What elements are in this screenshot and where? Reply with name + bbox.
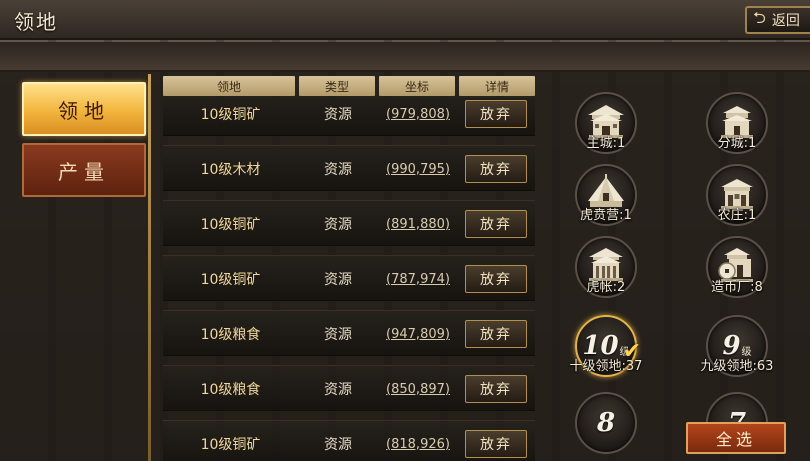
tab-output[interactable]: 产量 xyxy=(22,143,146,197)
filter-level-10-territory[interactable]: 10 级 ✔ 十级领地:37 xyxy=(551,315,661,381)
background-beam xyxy=(0,42,810,72)
abandon-button[interactable]: 放弃 xyxy=(465,210,527,238)
filter-label: 虎帐:2 xyxy=(586,280,626,295)
filter-farm[interactable]: 农庄:1 xyxy=(682,164,792,230)
territory-coord-link[interactable]: (850,897) xyxy=(378,366,458,412)
territory-coord-link[interactable]: (979,808) xyxy=(378,98,458,137)
territory-type: 资源 xyxy=(324,272,352,288)
filter-medallion: 8 xyxy=(575,392,637,454)
table-row: 10级木材 资源 (990,795) 放弃 xyxy=(163,145,535,191)
filter-main-city[interactable]: 主城:1 xyxy=(551,92,661,158)
select-all-button[interactable]: 全选 xyxy=(686,422,786,454)
back-arrow-icon: ⮌ xyxy=(753,7,766,27)
territory-type: 资源 xyxy=(324,382,352,398)
territory-name: 10级铜矿 xyxy=(200,272,261,288)
filter-branch-city[interactable]: 分城:1 xyxy=(682,92,792,158)
territory-name: 10级粮食 xyxy=(200,327,261,343)
panel-divider xyxy=(148,74,151,461)
column-header-detail: 详情 xyxy=(459,76,535,96)
filter-label: 九级领地:63 xyxy=(700,359,774,374)
table-row: 10级铜矿 资源 (818,926) 放弃 xyxy=(163,420,535,461)
filter-label: 分城:1 xyxy=(717,136,757,151)
territory-name: 10级木材 xyxy=(200,162,261,178)
territory-name: 10级粮食 xyxy=(200,382,261,398)
select-all-label: 全选 xyxy=(715,430,756,449)
filter-level-8-territory[interactable]: 8 xyxy=(551,392,661,458)
territory-type: 资源 xyxy=(324,437,352,453)
table-row: 10级铜矿 资源 (979,808) 放弃 xyxy=(163,98,535,136)
filter-level-9-territory[interactable]: 9 级九级领地:63 xyxy=(682,315,792,381)
page-title: 领地 xyxy=(14,10,58,34)
abandon-button[interactable]: 放弃 xyxy=(465,100,527,128)
back-button[interactable]: ⮌ 返回 xyxy=(745,6,810,34)
abandon-button[interactable]: 放弃 xyxy=(465,320,527,348)
territory-type: 资源 xyxy=(324,217,352,233)
territory-list[interactable]: 10级铜矿 资源 (979,808) 放弃 10级木材 资源 (990,795) 放弃 10级铜… xyxy=(163,98,535,461)
column-header-type: 类型 xyxy=(299,76,375,96)
territory-coord-link[interactable]: (891,880) xyxy=(378,201,458,247)
filter-label: 十级领地:37 xyxy=(569,359,643,374)
filter-label: 主城:1 xyxy=(586,136,626,151)
territory-type: 资源 xyxy=(324,162,352,178)
filter-label: 造币厂:8 xyxy=(711,280,763,295)
territory-name: 10级铜矿 xyxy=(200,217,261,233)
territory-name: 10级铜矿 xyxy=(200,437,261,453)
territory-coord-link[interactable]: (787,974) xyxy=(378,256,458,302)
territory-coord-link[interactable]: (947,809) xyxy=(378,311,458,357)
tab-territory[interactable]: 领地 xyxy=(22,82,146,136)
filter-barracks-tent[interactable]: 虎贲营:1 xyxy=(551,164,661,230)
back-button-label: 返回 xyxy=(771,13,800,29)
table-row: 10级铜矿 资源 (891,880) 放弃 xyxy=(163,200,535,246)
abandon-button[interactable]: 放弃 xyxy=(465,375,527,403)
table-row: 10级粮食 资源 (850,897) 放弃 xyxy=(163,365,535,411)
tab-territory-label: 领地 xyxy=(58,98,110,123)
column-header-coord: 坐标 xyxy=(379,76,455,96)
table-row: 10级铜矿 资源 (787,974) 放弃 xyxy=(163,255,535,301)
territory-name: 10级铜矿 xyxy=(200,107,261,123)
territory-type: 资源 xyxy=(324,327,352,343)
filter-label: 虎贲营:1 xyxy=(580,208,632,223)
table-row: 10级粮食 资源 (947,809) 放弃 xyxy=(163,310,535,356)
abandon-button[interactable]: 放弃 xyxy=(465,155,527,183)
filter-mint[interactable]: 造币厂:8 xyxy=(682,236,792,302)
abandon-button[interactable]: 放弃 xyxy=(465,265,527,293)
filter-label: 农庄:1 xyxy=(717,208,757,223)
tab-output-label: 产量 xyxy=(58,159,110,184)
column-header-territory: 领地 xyxy=(163,76,295,96)
abandon-button[interactable]: 放弃 xyxy=(465,430,527,458)
territory-coord-link[interactable]: (818,926) xyxy=(378,421,458,461)
filter-tiger-tent[interactable]: 虎帐:2 xyxy=(551,236,661,302)
territory-type: 资源 xyxy=(324,107,352,123)
territory-coord-link[interactable]: (990,795) xyxy=(378,146,458,192)
level-number: 8 xyxy=(596,408,616,438)
title-bar: 领地 ⮌ 返回 xyxy=(0,0,810,40)
